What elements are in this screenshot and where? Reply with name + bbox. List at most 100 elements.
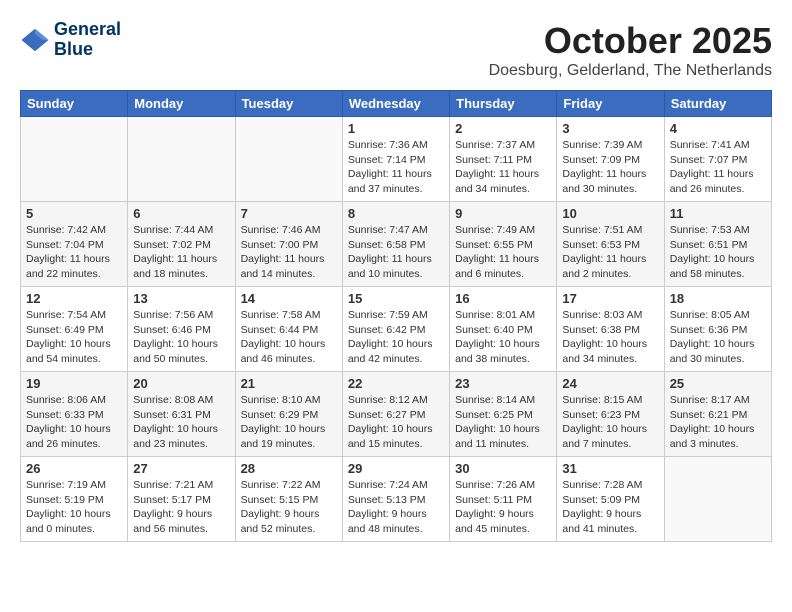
header-row: Sunday Monday Tuesday Wednesday Thursday… bbox=[21, 91, 772, 117]
calendar-cell bbox=[235, 117, 342, 202]
day-content: Sunrise: 8:14 AM Sunset: 6:25 PM Dayligh… bbox=[455, 393, 551, 452]
calendar-cell: 16 Sunrise: 8:01 AM Sunset: 6:40 PM Dayli… bbox=[450, 287, 557, 372]
day-content: Sunrise: 7:58 AM Sunset: 6:44 PM Dayligh… bbox=[241, 308, 337, 367]
calendar-cell: 13 Sunrise: 7:56 AM Sunset: 6:46 PM Dayli… bbox=[128, 287, 235, 372]
day-number: 12 bbox=[26, 291, 122, 306]
col-friday: Friday bbox=[557, 91, 664, 117]
day-content: Sunrise: 8:15 AM Sunset: 6:23 PM Dayligh… bbox=[562, 393, 658, 452]
day-number: 5 bbox=[26, 206, 122, 221]
calendar-cell: 5 Sunrise: 7:42 AM Sunset: 7:04 PM Daylig… bbox=[21, 202, 128, 287]
day-number: 4 bbox=[670, 121, 766, 136]
calendar-cell: 27 Sunrise: 7:21 AM Sunset: 5:17 PM Dayli… bbox=[128, 457, 235, 542]
day-number: 1 bbox=[348, 121, 444, 136]
day-content: Sunrise: 7:42 AM Sunset: 7:04 PM Dayligh… bbox=[26, 223, 122, 282]
calendar-cell: 19 Sunrise: 8:06 AM Sunset: 6:33 PM Dayli… bbox=[21, 372, 128, 457]
calendar-week-row: 19 Sunrise: 8:06 AM Sunset: 6:33 PM Dayli… bbox=[21, 372, 772, 457]
calendar-week-row: 12 Sunrise: 7:54 AM Sunset: 6:49 PM Dayli… bbox=[21, 287, 772, 372]
calendar-week-row: 5 Sunrise: 7:42 AM Sunset: 7:04 PM Daylig… bbox=[21, 202, 772, 287]
day-number: 19 bbox=[26, 376, 122, 391]
day-content: Sunrise: 8:10 AM Sunset: 6:29 PM Dayligh… bbox=[241, 393, 337, 452]
day-content: Sunrise: 7:53 AM Sunset: 6:51 PM Dayligh… bbox=[670, 223, 766, 282]
day-number: 30 bbox=[455, 461, 551, 476]
day-number: 10 bbox=[562, 206, 658, 221]
day-content: Sunrise: 8:05 AM Sunset: 6:36 PM Dayligh… bbox=[670, 308, 766, 367]
day-content: Sunrise: 7:22 AM Sunset: 5:15 PM Dayligh… bbox=[241, 478, 337, 537]
day-number: 25 bbox=[670, 376, 766, 391]
calendar-cell: 9 Sunrise: 7:49 AM Sunset: 6:55 PM Daylig… bbox=[450, 202, 557, 287]
title-block: October 2025 Doesburg, Gelderland, The N… bbox=[489, 20, 772, 80]
day-content: Sunrise: 7:28 AM Sunset: 5:09 PM Dayligh… bbox=[562, 478, 658, 537]
col-thursday: Thursday bbox=[450, 91, 557, 117]
day-content: Sunrise: 7:49 AM Sunset: 6:55 PM Dayligh… bbox=[455, 223, 551, 282]
day-content: Sunrise: 7:39 AM Sunset: 7:09 PM Dayligh… bbox=[562, 138, 658, 197]
day-content: Sunrise: 7:21 AM Sunset: 5:17 PM Dayligh… bbox=[133, 478, 229, 537]
calendar-cell: 20 Sunrise: 8:08 AM Sunset: 6:31 PM Dayli… bbox=[128, 372, 235, 457]
logo: General Blue bbox=[20, 20, 121, 60]
day-number: 20 bbox=[133, 376, 229, 391]
calendar-cell: 3 Sunrise: 7:39 AM Sunset: 7:09 PM Daylig… bbox=[557, 117, 664, 202]
col-wednesday: Wednesday bbox=[342, 91, 449, 117]
day-content: Sunrise: 8:17 AM Sunset: 6:21 PM Dayligh… bbox=[670, 393, 766, 452]
day-content: Sunrise: 7:37 AM Sunset: 7:11 PM Dayligh… bbox=[455, 138, 551, 197]
logo-text: General Blue bbox=[54, 20, 121, 60]
day-number: 16 bbox=[455, 291, 551, 306]
calendar-cell: 12 Sunrise: 7:54 AM Sunset: 6:49 PM Dayli… bbox=[21, 287, 128, 372]
month-title: October 2025 bbox=[489, 20, 772, 62]
day-number: 26 bbox=[26, 461, 122, 476]
day-content: Sunrise: 7:19 AM Sunset: 5:19 PM Dayligh… bbox=[26, 478, 122, 537]
day-content: Sunrise: 7:44 AM Sunset: 7:02 PM Dayligh… bbox=[133, 223, 229, 282]
calendar-week-row: 1 Sunrise: 7:36 AM Sunset: 7:14 PM Daylig… bbox=[21, 117, 772, 202]
day-number: 6 bbox=[133, 206, 229, 221]
day-content: Sunrise: 8:01 AM Sunset: 6:40 PM Dayligh… bbox=[455, 308, 551, 367]
calendar-cell bbox=[664, 457, 771, 542]
calendar-cell: 26 Sunrise: 7:19 AM Sunset: 5:19 PM Dayli… bbox=[21, 457, 128, 542]
calendar-cell: 29Sunrise: 7:24 AM Sunset: 5:13 PM Dayli… bbox=[342, 457, 449, 542]
calendar-week-row: 26 Sunrise: 7:19 AM Sunset: 5:19 PM Dayli… bbox=[21, 457, 772, 542]
day-content: Sunrise: 7:51 AM Sunset: 6:53 PM Dayligh… bbox=[562, 223, 658, 282]
day-number: 3 bbox=[562, 121, 658, 136]
calendar-cell: 14Sunrise: 7:58 AM Sunset: 6:44 PM Dayli… bbox=[235, 287, 342, 372]
day-content: Sunrise: 7:56 AM Sunset: 6:46 PM Dayligh… bbox=[133, 308, 229, 367]
calendar-cell: 15 Sunrise: 7:59 AM Sunset: 6:42 PM Dayli… bbox=[342, 287, 449, 372]
calendar-cell: 24 Sunrise: 8:15 AM Sunset: 6:23 PM Dayli… bbox=[557, 372, 664, 457]
day-content: Sunrise: 8:06 AM Sunset: 6:33 PM Dayligh… bbox=[26, 393, 122, 452]
day-number: 11 bbox=[670, 206, 766, 221]
calendar-cell: 23 Sunrise: 8:14 AM Sunset: 6:25 PM Dayli… bbox=[450, 372, 557, 457]
col-saturday: Saturday bbox=[664, 91, 771, 117]
day-number: 24 bbox=[562, 376, 658, 391]
calendar-cell: 2Sunrise: 7:37 AM Sunset: 7:11 PM Daylig… bbox=[450, 117, 557, 202]
logo-icon bbox=[20, 25, 50, 55]
day-content: Sunrise: 7:36 AM Sunset: 7:14 PM Dayligh… bbox=[348, 138, 444, 197]
calendar-cell bbox=[21, 117, 128, 202]
day-number: 31 bbox=[562, 461, 658, 476]
day-number: 27 bbox=[133, 461, 229, 476]
calendar-cell: 7Sunrise: 7:46 AM Sunset: 7:00 PM Daylig… bbox=[235, 202, 342, 287]
calendar-cell: 22Sunrise: 8:12 AM Sunset: 6:27 PM Dayli… bbox=[342, 372, 449, 457]
day-content: Sunrise: 8:12 AM Sunset: 6:27 PM Dayligh… bbox=[348, 393, 444, 452]
day-content: Sunrise: 7:41 AM Sunset: 7:07 PM Dayligh… bbox=[670, 138, 766, 197]
day-number: 13 bbox=[133, 291, 229, 306]
calendar-cell: 28 Sunrise: 7:22 AM Sunset: 5:15 PM Dayli… bbox=[235, 457, 342, 542]
day-content: Sunrise: 8:03 AM Sunset: 6:38 PM Dayligh… bbox=[562, 308, 658, 367]
calendar-cell: 25 Sunrise: 8:17 AM Sunset: 6:21 PM Dayli… bbox=[664, 372, 771, 457]
day-content: Sunrise: 8:08 AM Sunset: 6:31 PM Dayligh… bbox=[133, 393, 229, 452]
calendar-cell: 11 Sunrise: 7:53 AM Sunset: 6:51 PM Dayli… bbox=[664, 202, 771, 287]
calendar-cell: 30 Sunrise: 7:26 AM Sunset: 5:11 PM Dayli… bbox=[450, 457, 557, 542]
calendar-cell: 21Sunrise: 8:10 AM Sunset: 6:29 PM Dayli… bbox=[235, 372, 342, 457]
day-number: 28 bbox=[241, 461, 337, 476]
calendar-cell: 6 Sunrise: 7:44 AM Sunset: 7:02 PM Daylig… bbox=[128, 202, 235, 287]
calendar-cell: 31 Sunrise: 7:28 AM Sunset: 5:09 PM Dayli… bbox=[557, 457, 664, 542]
location-title: Doesburg, Gelderland, The Netherlands bbox=[489, 62, 772, 80]
day-number: 15 bbox=[348, 291, 444, 306]
day-content: Sunrise: 7:54 AM Sunset: 6:49 PM Dayligh… bbox=[26, 308, 122, 367]
day-content: Sunrise: 7:24 AM Sunset: 5:13 PM Dayligh… bbox=[348, 478, 444, 537]
calendar-cell: 8Sunrise: 7:47 AM Sunset: 6:58 PM Daylig… bbox=[342, 202, 449, 287]
day-number: 9 bbox=[455, 206, 551, 221]
day-content: Sunrise: 7:47 AM Sunset: 6:58 PM Dayligh… bbox=[348, 223, 444, 282]
day-content: Sunrise: 7:46 AM Sunset: 7:00 PM Dayligh… bbox=[241, 223, 337, 282]
calendar-cell: 10 Sunrise: 7:51 AM Sunset: 6:53 PM Dayli… bbox=[557, 202, 664, 287]
calendar-cell: 4 Sunrise: 7:41 AM Sunset: 7:07 PM Daylig… bbox=[664, 117, 771, 202]
day-content: Sunrise: 7:59 AM Sunset: 6:42 PM Dayligh… bbox=[348, 308, 444, 367]
day-number: 23 bbox=[455, 376, 551, 391]
day-content: Sunrise: 7:26 AM Sunset: 5:11 PM Dayligh… bbox=[455, 478, 551, 537]
